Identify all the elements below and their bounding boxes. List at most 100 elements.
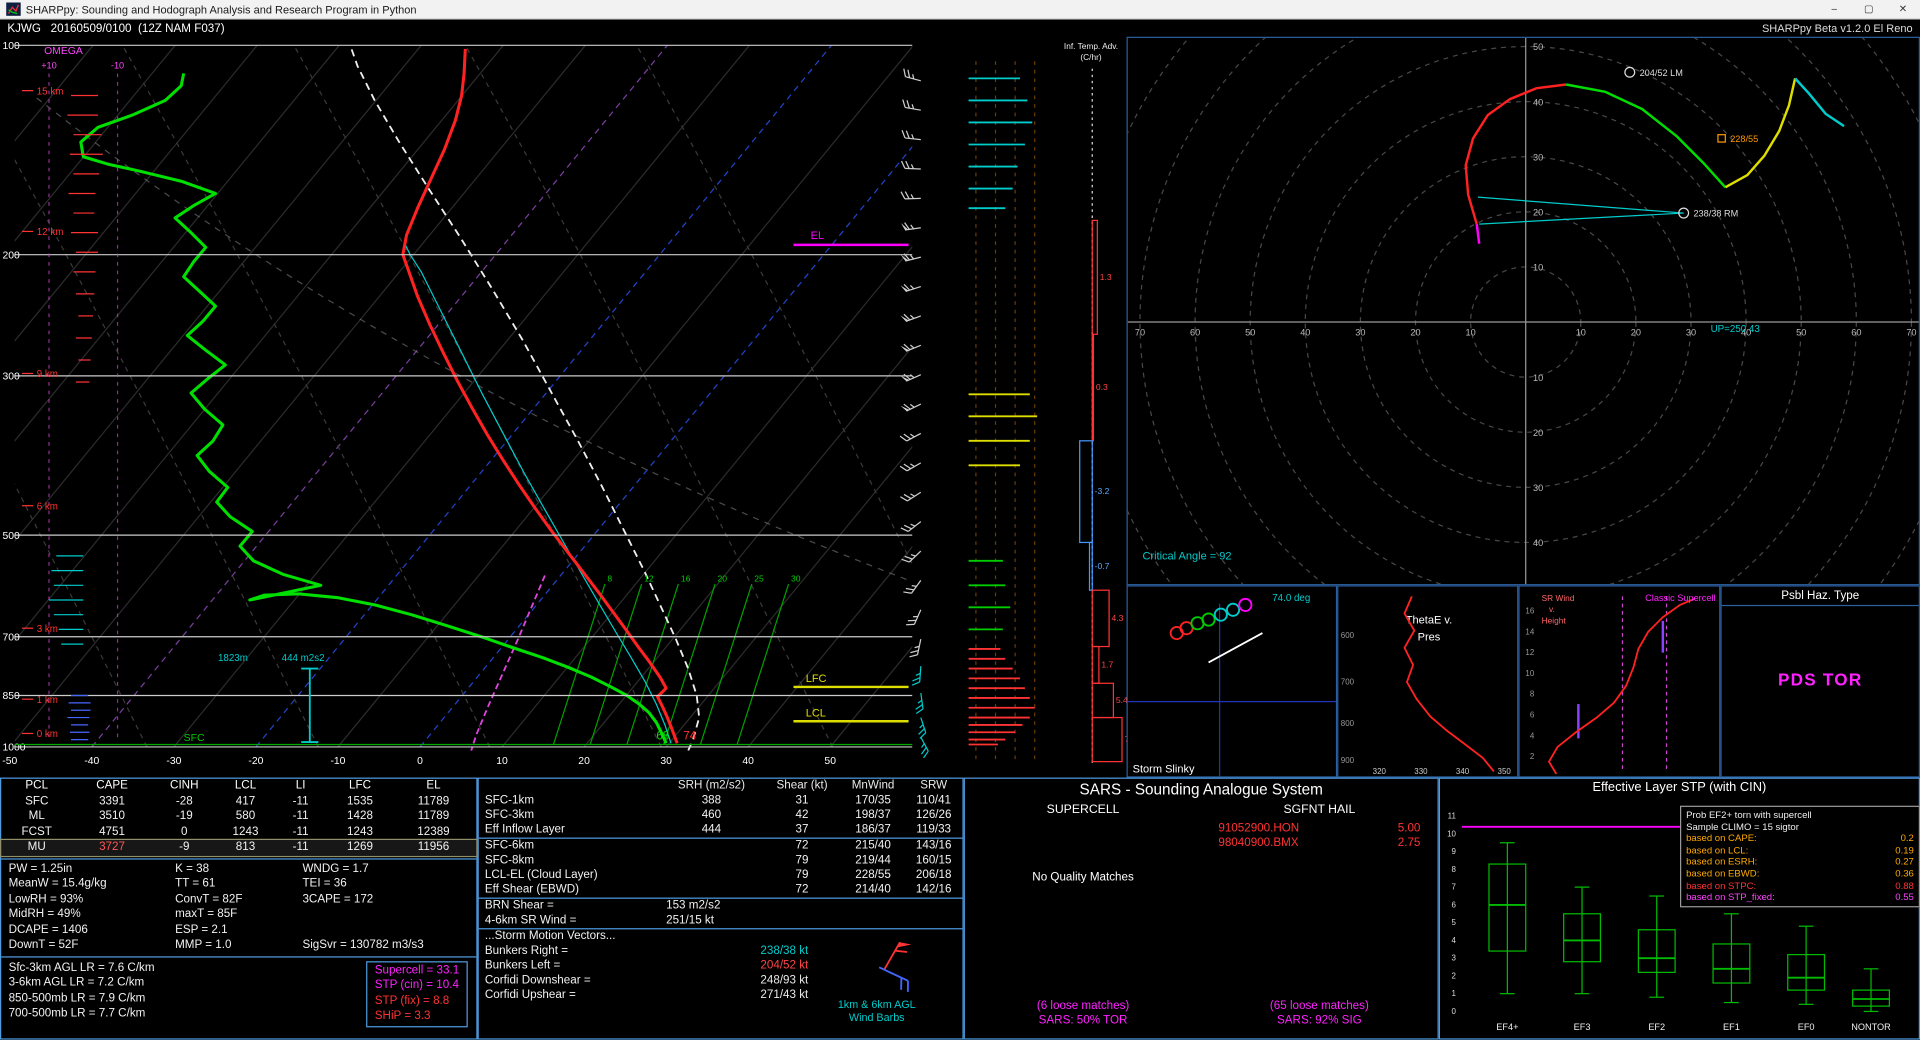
svg-text:74: 74: [683, 730, 696, 743]
svg-text:Pres: Pres: [1418, 631, 1441, 643]
minimize-button[interactable]: –: [1817, 0, 1851, 18]
svg-text:1 km: 1 km: [37, 695, 58, 706]
svg-text:40: 40: [1533, 97, 1543, 107]
shear-row: SFC-3km46042198/37126/26: [479, 808, 963, 823]
sars-title: SARS - Sounding Analogue System: [965, 779, 1438, 800]
shear-table-panel[interactable]: SRH (m2/s2)Shear (kt)MnWindSRWSFC-1km388…: [478, 778, 964, 1040]
pcl-row[interactable]: MU3727-9813-11126911956: [1, 840, 476, 855]
svg-text:LCL: LCL: [806, 707, 826, 719]
svg-text:EF4+: EF4+: [1496, 1022, 1518, 1032]
svg-text:1: 1: [1451, 989, 1456, 998]
svg-text:v.: v.: [1549, 604, 1555, 614]
titlebar: SHARPpy: Sounding and Hodograph Analysis…: [0, 0, 1920, 20]
svg-text:10: 10: [1525, 669, 1534, 678]
temp-advection-profile: Inf. Temp. Adv.(C/hr)1.30.3-3.2-0.74.31.…: [1056, 37, 1127, 778]
svg-text:700: 700: [2, 632, 20, 643]
sars-supercell-empty: No Quality Matches: [965, 871, 1201, 884]
svg-text:30: 30: [660, 756, 672, 767]
svg-text:50: 50: [1533, 42, 1543, 52]
svg-text:900: 900: [1341, 756, 1355, 765]
svg-text:9: 9: [1451, 847, 1456, 856]
close-button[interactable]: ✕: [1886, 0, 1920, 18]
svg-text:(C/hr): (C/hr): [1080, 52, 1101, 62]
svg-text:3: 3: [1451, 954, 1456, 963]
svg-text:1.7: 1.7: [1101, 659, 1113, 669]
svg-text:10: 10: [1533, 373, 1543, 383]
hazard-title: Psbl Haz. Type: [1722, 587, 1919, 607]
svg-text:10: 10: [496, 756, 508, 767]
pcl-row[interactable]: ML3510-19580-11142811789: [1, 809, 476, 824]
sars-hail-column: SGFNT HAIL 91052900.HON5.0098040900.BMX2…: [1201, 800, 1437, 1030]
storm-slinky-panel[interactable]: Storm Slinky74.0 deg: [1127, 585, 1338, 777]
shear-row: LCL-EL (Cloud Layer)79228/55206/18: [479, 868, 963, 883]
sars-panel[interactable]: SARS - Sounding Analogue System SUPERCEL…: [964, 778, 1439, 1040]
pcl-row[interactable]: FCST475101243-11124312389: [1, 825, 476, 840]
svg-text:10: 10: [1533, 263, 1543, 273]
svg-text:0 km: 0 km: [37, 729, 58, 740]
wind-speed-profile[interactable]: [964, 37, 1056, 778]
svg-text:0.3: 0.3: [1096, 382, 1108, 392]
svg-text:EL: EL: [811, 230, 824, 242]
sounding-id: KJWG 20160509/0100 (12Z NAM F037): [7, 21, 224, 34]
skewt-plot[interactable]: 812162025301002003005007008501000-50-40-…: [0, 37, 964, 778]
svg-text:-20: -20: [248, 756, 263, 767]
svg-text:0: 0: [417, 756, 423, 767]
sars-hail-header: SGFNT HAIL: [1201, 803, 1437, 816]
stp-prob-row: based on ESRH:0.27: [1686, 856, 1914, 868]
pcl-row[interactable]: SFC3391-28417-11153511789: [1, 794, 476, 809]
svg-text:-0.7: -0.7: [1095, 561, 1110, 571]
svg-text:UP=250 43: UP=250 43: [1711, 324, 1761, 335]
hodograph[interactable]: 1010101020202020303030304040404050505060…: [1127, 37, 1920, 586]
svg-text:6: 6: [1451, 900, 1456, 909]
inset-row: PCLCAPECINHLCLLILFCELSFC3391-28417-11153…: [0, 778, 1920, 1040]
svg-text:1823m: 1823m: [218, 653, 248, 664]
svg-text:EF3: EF3: [1574, 1022, 1591, 1032]
parcel-table-panel[interactable]: PCLCAPECINHLCLLILFCELSFC3391-28417-11153…: [0, 778, 478, 1040]
stp-prob-row: based on STP_fixed:0.55: [1686, 892, 1914, 904]
svg-text:228/55: 228/55: [1730, 134, 1758, 144]
maximize-button[interactable]: ▢: [1851, 0, 1885, 18]
svg-text:EF2: EF2: [1648, 1022, 1665, 1032]
svg-text:11: 11: [1448, 812, 1457, 821]
svg-text:60: 60: [1190, 328, 1200, 338]
svg-text:40: 40: [742, 756, 754, 767]
shear-row: SFC-1km38831170/35110/41: [479, 793, 963, 808]
svg-text:10: 10: [1576, 328, 1586, 338]
svg-text:50: 50: [1245, 328, 1255, 338]
svg-text:500: 500: [2, 531, 20, 542]
svg-text:2: 2: [1530, 752, 1535, 761]
svg-text:320: 320: [1373, 767, 1387, 776]
sars-match-row[interactable]: 98040900.BMX2.75: [1201, 836, 1437, 851]
svg-text:8: 8: [1530, 690, 1535, 699]
svg-text:70: 70: [1906, 328, 1916, 338]
sars-match-row[interactable]: 91052900.HON5.00: [1201, 822, 1437, 837]
hazard-value: PDS TOR: [1722, 670, 1919, 690]
svg-text:-50: -50: [2, 756, 17, 767]
svg-text:Critical Angle = 92: Critical Angle = 92: [1142, 551, 1231, 563]
svg-text:40: 40: [1533, 538, 1543, 548]
svg-text:SFC: SFC: [184, 733, 205, 744]
svg-text:OMEGA: OMEGA: [44, 46, 83, 57]
svg-text:16: 16: [681, 574, 691, 584]
svg-text:4: 4: [1530, 731, 1535, 740]
svg-text:100: 100: [2, 41, 20, 52]
sr-wind-panel[interactable]: 161412108642SR Windv.HeightClassic Super…: [1518, 585, 1720, 777]
svg-text:30: 30: [1686, 328, 1696, 338]
sars-supercell-prob: SARS: 50% TOR: [965, 1014, 1201, 1029]
svg-text:20: 20: [578, 756, 590, 767]
svg-text:6 km: 6 km: [37, 501, 58, 512]
svg-text:350: 350: [1498, 767, 1512, 776]
sars-hail-prob: SARS: 92% SIG: [1201, 1014, 1437, 1029]
svg-text:-40: -40: [84, 756, 99, 767]
stp-legend: Prob EF2+ torn with supercell Sample CLI…: [1680, 806, 1920, 907]
stp-boxplot-panel[interactable]: Effective Layer STP (with CIN) 012345678…: [1439, 778, 1920, 1040]
sars-hail-loose: (65 loose matches): [1201, 999, 1437, 1014]
svg-text:20: 20: [1533, 428, 1543, 438]
svg-text:-10: -10: [330, 756, 345, 767]
svg-text:12: 12: [644, 574, 654, 584]
svg-text:444 m2s2: 444 m2s2: [282, 653, 325, 664]
brn-shear-row: BRN Shear =153 m2/s2: [479, 898, 963, 914]
svg-text:30: 30: [1355, 328, 1365, 338]
svg-text:50: 50: [824, 756, 836, 767]
thetae-panel[interactable]: ThetaE v.Pres600700800900320330340350: [1337, 585, 1518, 777]
